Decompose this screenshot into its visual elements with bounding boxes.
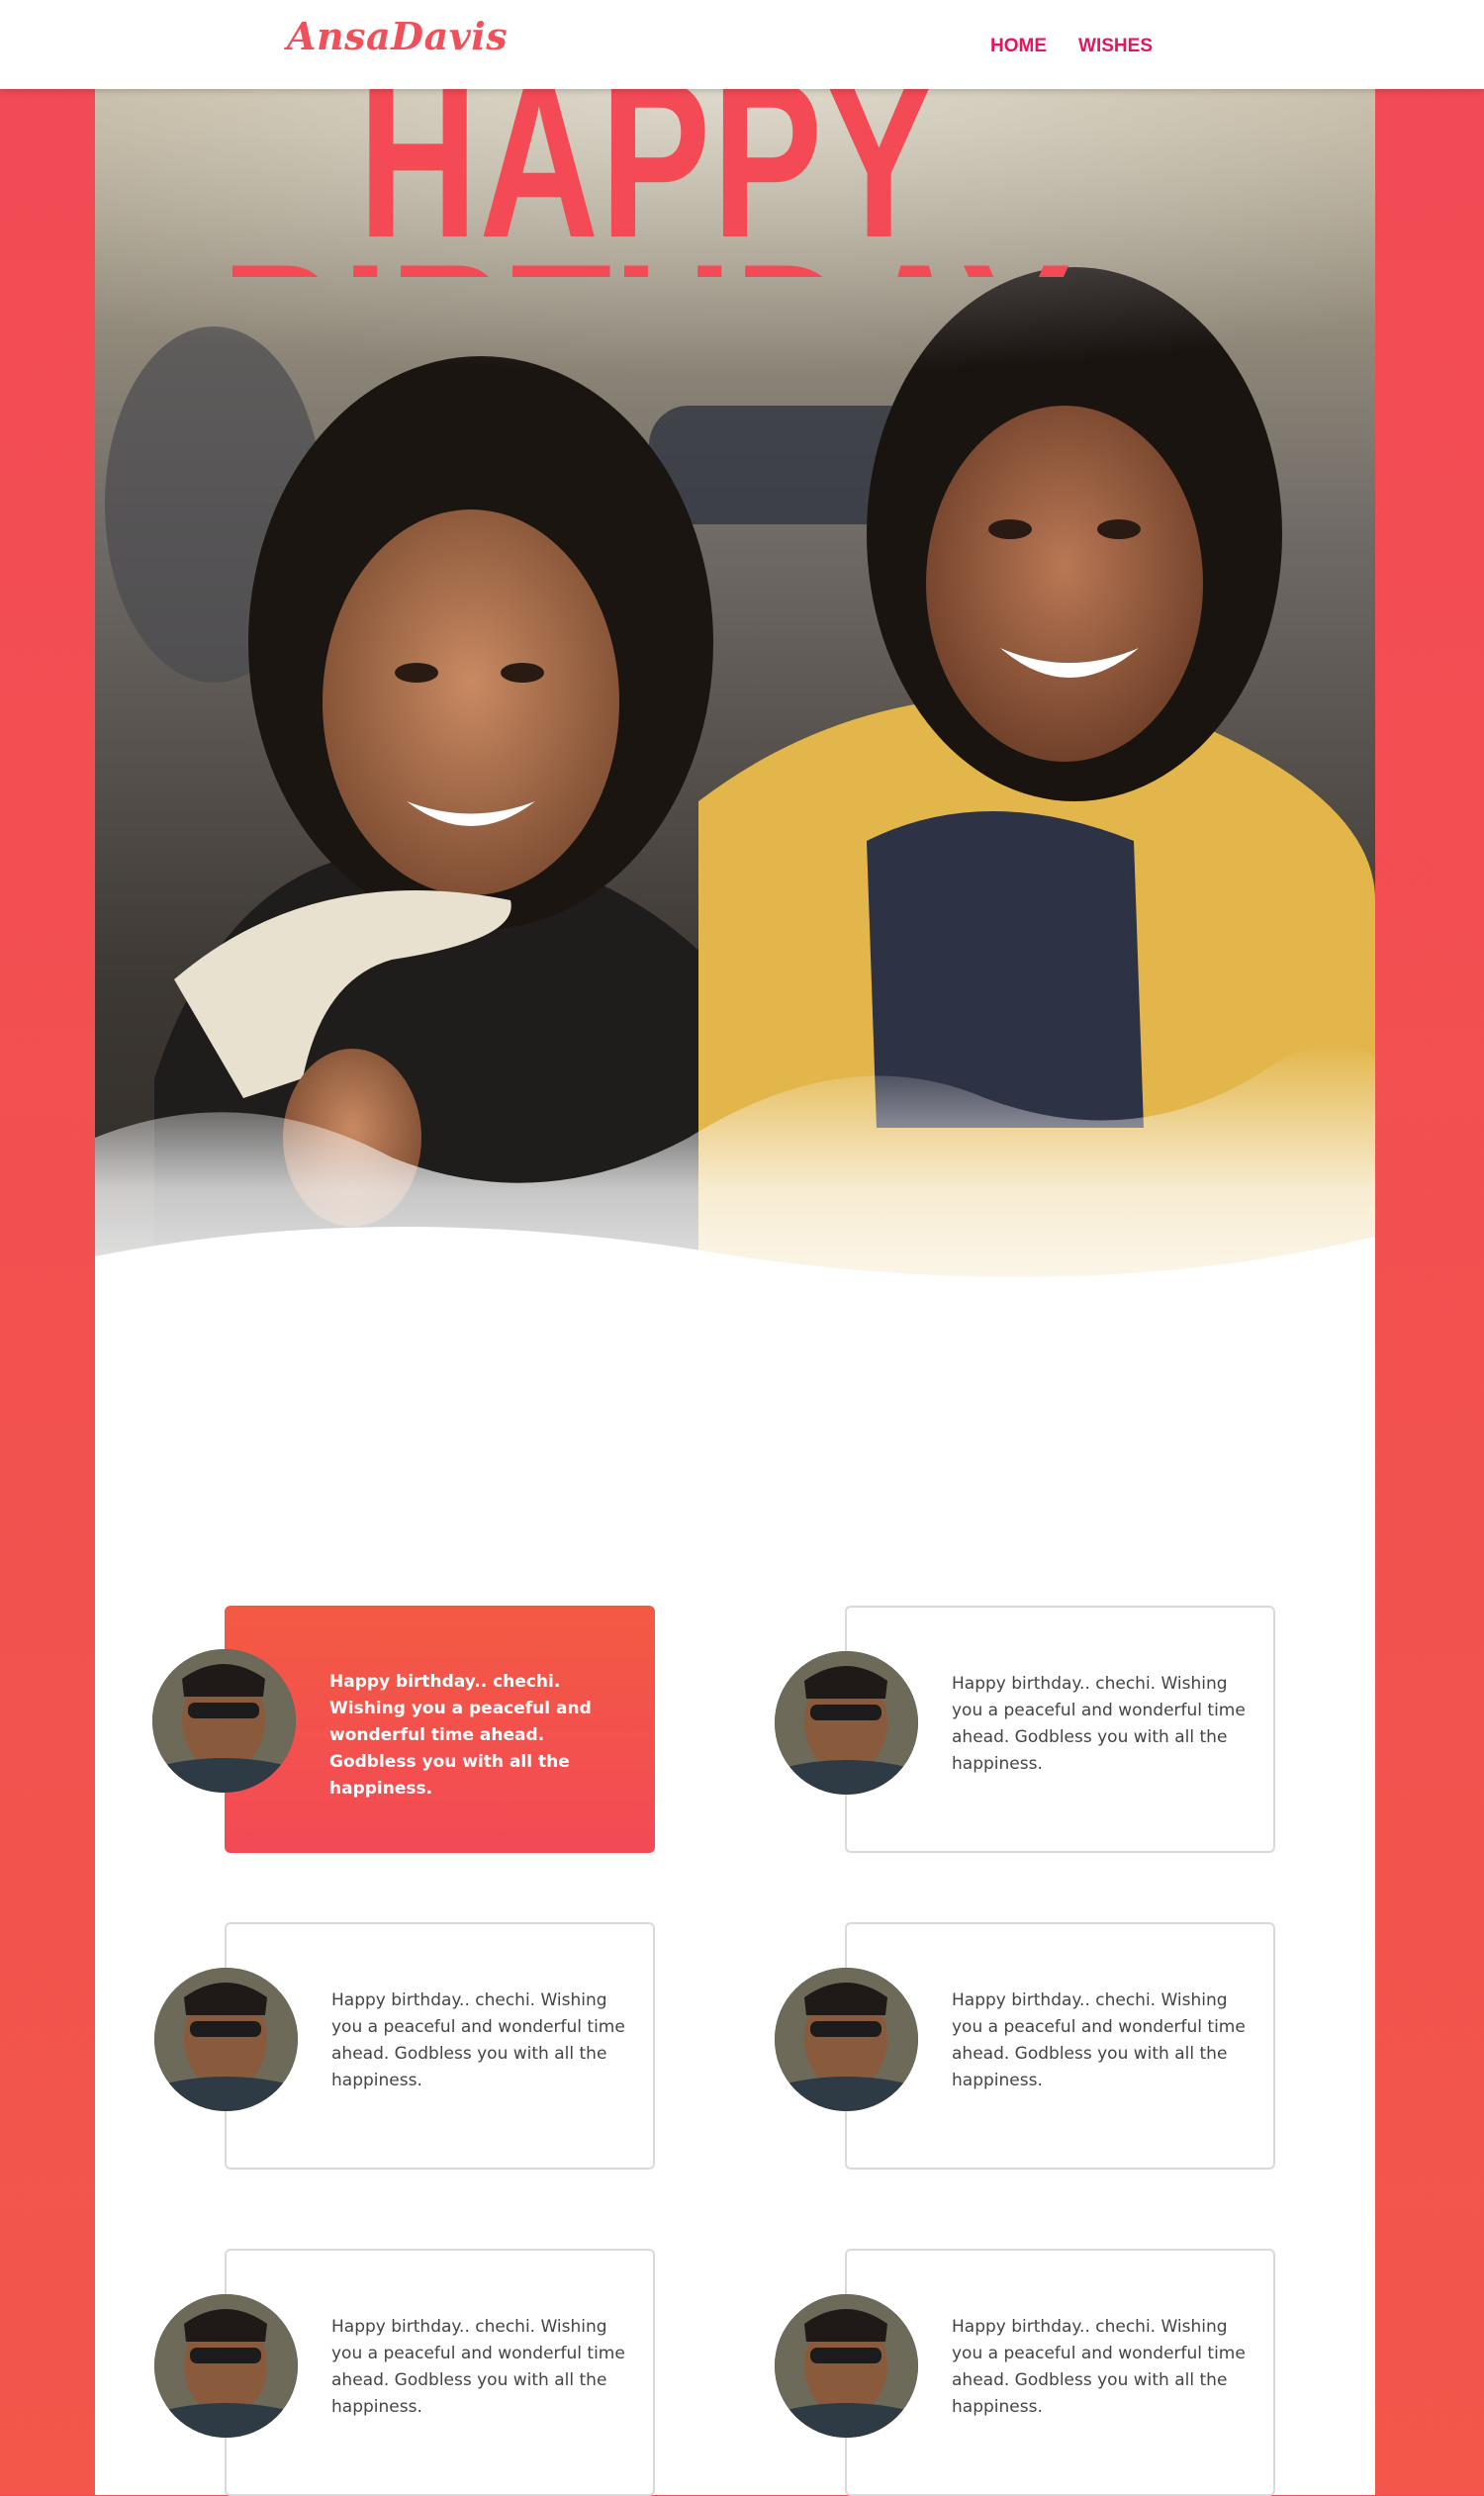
avatar [775, 2294, 918, 2438]
nav-wishes-link[interactable]: WISHES [1078, 36, 1153, 57]
content-panel: Happy birthday.. chechi. Wishing you a p… [95, 89, 1375, 2496]
site-logo[interactable]: AnsaDavis [287, 14, 508, 58]
wish-card[interactable]: Happy birthday.. chechi. Wishing you a p… [775, 1606, 1275, 1853]
wish-card[interactable]: Happy birthday.. chechi. Wishing you a p… [152, 1606, 655, 1853]
avatar [154, 2294, 298, 2438]
hero-photo [95, 89, 1375, 1367]
avatar [775, 1968, 918, 2111]
wish-message: Happy birthday.. chechi. Wishing you a p… [952, 2317, 1246, 2417]
wish-card[interactable]: Happy birthday.. chechi. Wishing you a p… [775, 2249, 1275, 2496]
main-nav: HOME WISHES [990, 36, 1153, 57]
wish-message: Happy birthday.. chechi. Wishing you a p… [331, 2317, 625, 2417]
avatar [154, 1968, 298, 2111]
site-header: AnsaDavis HOME WISHES [0, 0, 1484, 89]
hero-title: HAPPY BIRTHDAY [222, 89, 1071, 277]
avatar [775, 1651, 918, 1795]
wish-message: Happy birthday.. chechi. Wishing you a p… [952, 1990, 1246, 2090]
avatar [152, 1649, 296, 1793]
hero-title-wrap: HAPPY BIRTHDAY [0, 89, 1484, 277]
wish-card[interactable]: Happy birthday.. chechi. Wishing you a p… [775, 1922, 1275, 2170]
nav-home-link[interactable]: HOME [990, 36, 1047, 57]
hero-section [95, 89, 1375, 1367]
wish-card[interactable]: Happy birthday.. chechi. Wishing you a p… [154, 1922, 655, 2170]
wish-message: Happy birthday.. chechi. Wishing you a p… [952, 1674, 1246, 1774]
wish-message: Happy birthday.. chechi. Wishing you a p… [329, 1672, 592, 1799]
wish-message: Happy birthday.. chechi. Wishing you a p… [331, 1990, 625, 2090]
wish-card[interactable]: Happy birthday.. chechi. Wishing you a p… [154, 2249, 655, 2496]
